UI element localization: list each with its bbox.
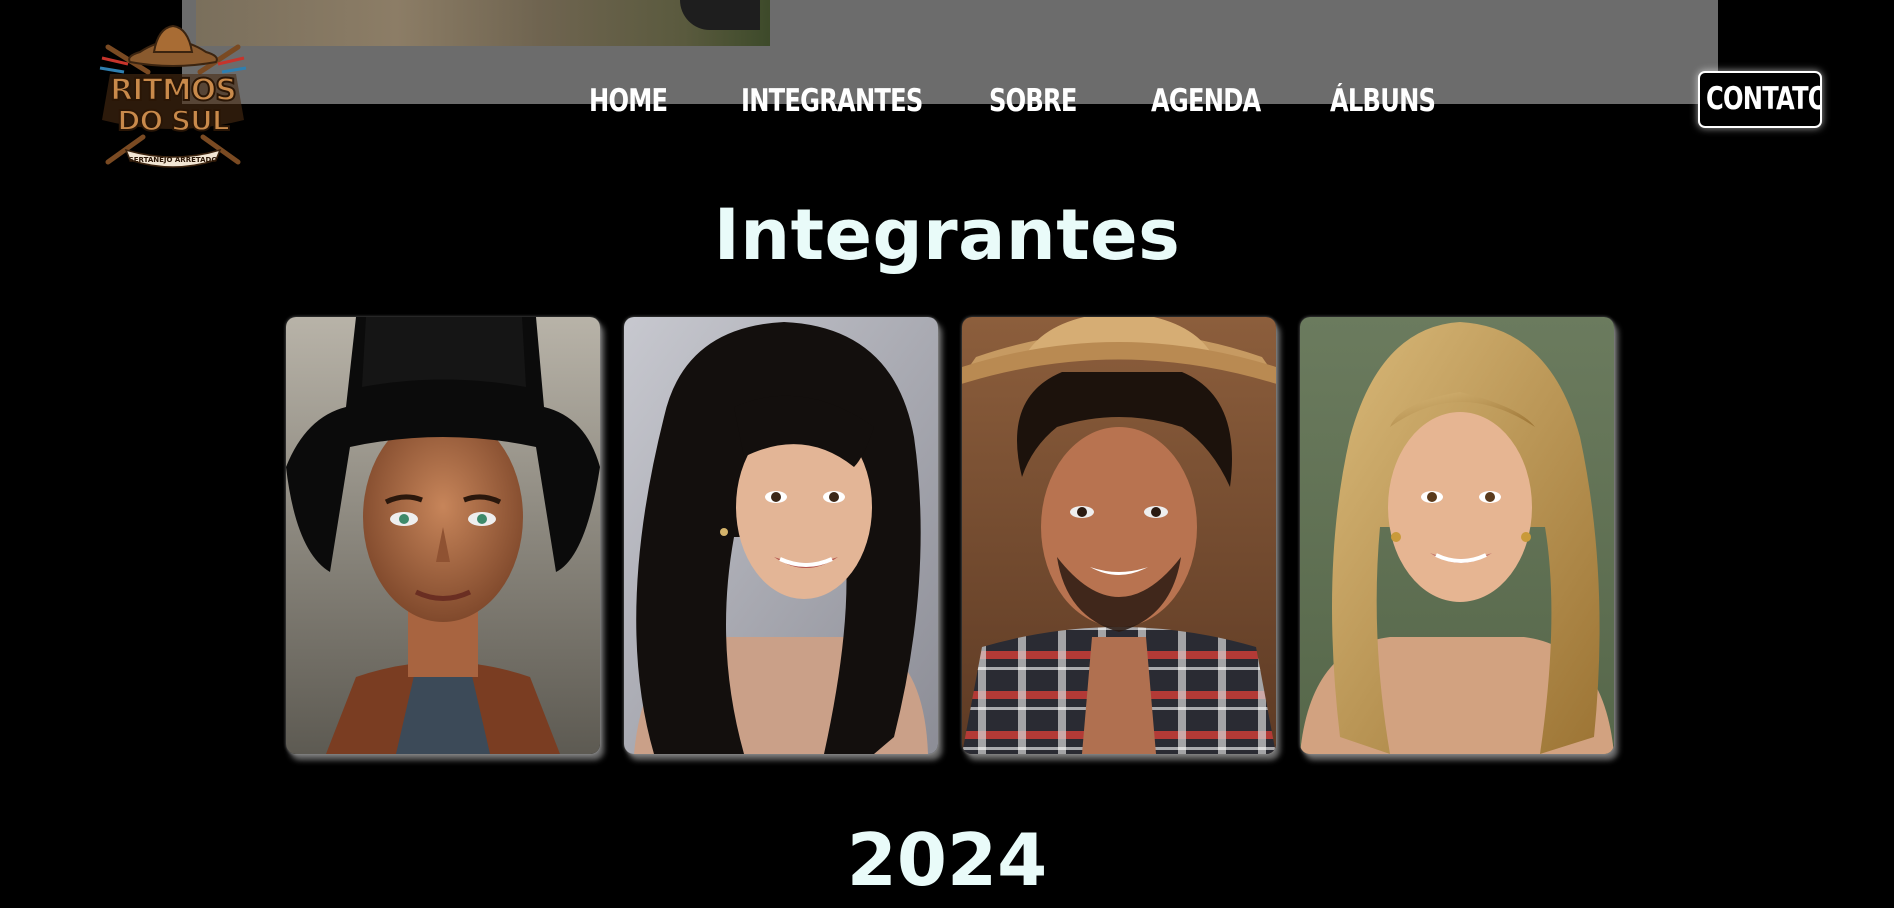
nav-agenda[interactable]: AGENDA xyxy=(1151,74,1261,128)
contact-button[interactable]: CONTATO xyxy=(1698,71,1822,128)
hero-image-detail xyxy=(680,0,760,30)
nav-integrantes[interactable]: INTEGRANTES xyxy=(741,74,923,128)
member-card-1[interactable] xyxy=(286,317,600,754)
hero-image-strip xyxy=(196,0,770,46)
member-photo-1 xyxy=(286,317,600,754)
logo-tagline: SERTANEJO ARRETADO xyxy=(129,156,218,164)
members-section-title: Integrantes xyxy=(713,194,1181,276)
nav-home[interactable]: HOME xyxy=(589,74,668,128)
member-card-3[interactable] xyxy=(962,317,1276,754)
member-card-2[interactable] xyxy=(624,317,938,754)
member-photo-4 xyxy=(1300,317,1614,754)
page: RITMOS DO SUL SERTANEJO ARRETADO HOME IN… xyxy=(0,0,1894,908)
member-card-4[interactable] xyxy=(1300,317,1614,754)
nav-albuns[interactable]: ÁLBUNS xyxy=(1330,74,1436,128)
year-section-title: 2024 xyxy=(846,818,1048,902)
member-photo-3 xyxy=(962,317,1276,754)
contact-button-label: CONTATO xyxy=(1706,81,1822,117)
member-photo-2 xyxy=(624,317,938,754)
main-nav: HOME INTEGRANTES SOBRE AGENDA ÁLBUNS xyxy=(0,74,1894,128)
nav-sobre[interactable]: SOBRE xyxy=(989,74,1077,128)
